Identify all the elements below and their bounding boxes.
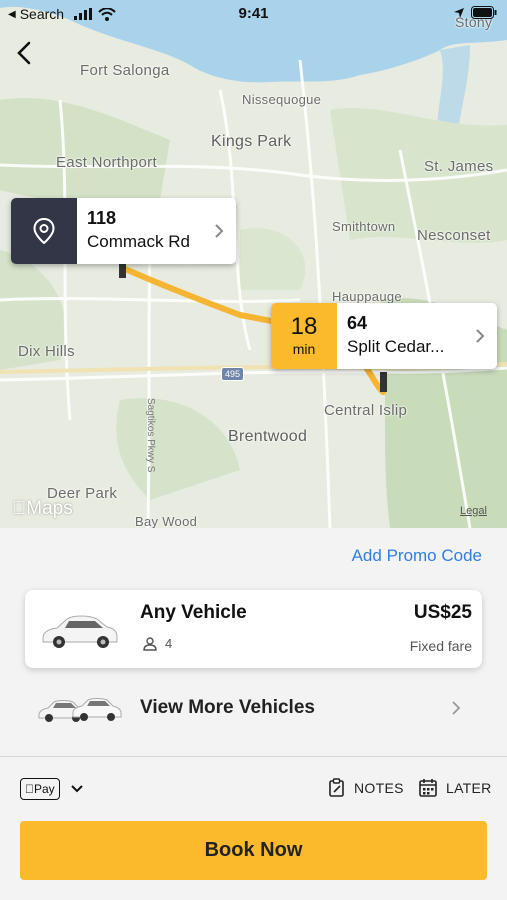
map-place-label: Fort Salonga bbox=[80, 62, 170, 79]
chevron-right-icon bbox=[452, 701, 461, 715]
eta-box: 18 min bbox=[271, 303, 337, 369]
chevron-right-icon bbox=[476, 329, 485, 343]
map-place-label: Nesconset bbox=[417, 227, 491, 244]
later-button[interactable]: LATER bbox=[418, 778, 492, 798]
fare-type: Fixed fare bbox=[409, 638, 472, 654]
legal-link[interactable]: Legal bbox=[460, 505, 487, 517]
maps-attribution: Maps bbox=[12, 498, 73, 520]
vehicle-name: Any Vehicle bbox=[140, 602, 247, 623]
maps-label: Maps bbox=[12, 498, 72, 519]
map-place-label: Bay Wood bbox=[135, 514, 198, 528]
back-button[interactable] bbox=[12, 40, 38, 66]
pin-icon-box bbox=[11, 198, 77, 264]
map-place-label: Kings Park bbox=[211, 133, 292, 150]
status-time: 9:41 bbox=[238, 5, 269, 22]
notes-label: NOTES bbox=[354, 780, 404, 796]
map-place-label: Hauppauge bbox=[332, 289, 402, 304]
location-pin-icon bbox=[33, 218, 55, 244]
location-arrow-icon bbox=[454, 7, 464, 18]
notes-button[interactable]: NOTES bbox=[328, 778, 404, 798]
map-place-label: Nissequogue bbox=[242, 92, 322, 107]
add-promo-code-link[interactable]: Add Promo Code bbox=[352, 546, 482, 566]
payment-selector[interactable]: Pay bbox=[20, 778, 84, 800]
map-place-label: Brentwood bbox=[228, 428, 308, 445]
notes-icon bbox=[329, 778, 344, 797]
view-more-vehicles-label: View More Vehicles bbox=[140, 697, 315, 718]
map-place-label: Smithtown bbox=[332, 219, 396, 234]
booking-panel: Add Promo Code Any Vehicle 4 US$25 Fixed… bbox=[0, 528, 507, 900]
map-place-label: Dix Hills bbox=[18, 343, 75, 360]
book-now-button[interactable]: Book Now bbox=[20, 821, 487, 880]
map-place-label: East Northport bbox=[56, 154, 157, 171]
apple-pay-badge: Pay bbox=[20, 778, 60, 800]
chevron-right-icon bbox=[215, 224, 224, 238]
origin-card[interactable]: 118 Commack Rd bbox=[11, 198, 236, 264]
map-place-label: St. James bbox=[424, 158, 494, 175]
map-background bbox=[0, 0, 507, 528]
destination-street: Split Cedar... bbox=[347, 337, 445, 356]
apple-logo-icon:  bbox=[12, 498, 26, 519]
later-label: LATER bbox=[446, 780, 492, 796]
vehicle-option-card[interactable]: Any Vehicle 4 US$25 Fixed fare bbox=[25, 590, 482, 668]
view-more-vehicles-row[interactable]: View More Vehicles bbox=[0, 683, 507, 733]
chevron-down-icon bbox=[70, 785, 83, 793]
origin-street: Commack Rd bbox=[87, 232, 190, 251]
seat-count: 4 bbox=[165, 636, 173, 651]
person-icon bbox=[143, 636, 157, 651]
apple-logo-icon:  bbox=[25, 782, 34, 796]
cars-icon bbox=[38, 698, 122, 722]
destination-card[interactable]: 18 min 64 Split Cedar... bbox=[271, 303, 497, 369]
origin-number: 118 bbox=[87, 208, 117, 228]
map-view[interactable]: Fort Salonga Nissequogue Kings Park East… bbox=[0, 0, 507, 528]
payment-label: Pay bbox=[25, 782, 55, 796]
battery-icon bbox=[471, 6, 497, 19]
status-bar: ◀ Search 9:41 bbox=[0, 0, 507, 28]
map-place-label: Central Islip bbox=[324, 402, 408, 419]
vehicle-price: US$25 bbox=[413, 602, 472, 623]
divider bbox=[0, 756, 507, 757]
calendar-icon bbox=[419, 779, 437, 797]
map-road-label: Sagtikos Pkwy S bbox=[145, 398, 156, 473]
destination-number: 64 bbox=[347, 313, 368, 333]
eta-value: 18 bbox=[290, 313, 318, 340]
car-icon bbox=[42, 615, 118, 648]
highway-shield: 495 bbox=[221, 367, 245, 381]
eta-unit: min bbox=[292, 341, 316, 357]
